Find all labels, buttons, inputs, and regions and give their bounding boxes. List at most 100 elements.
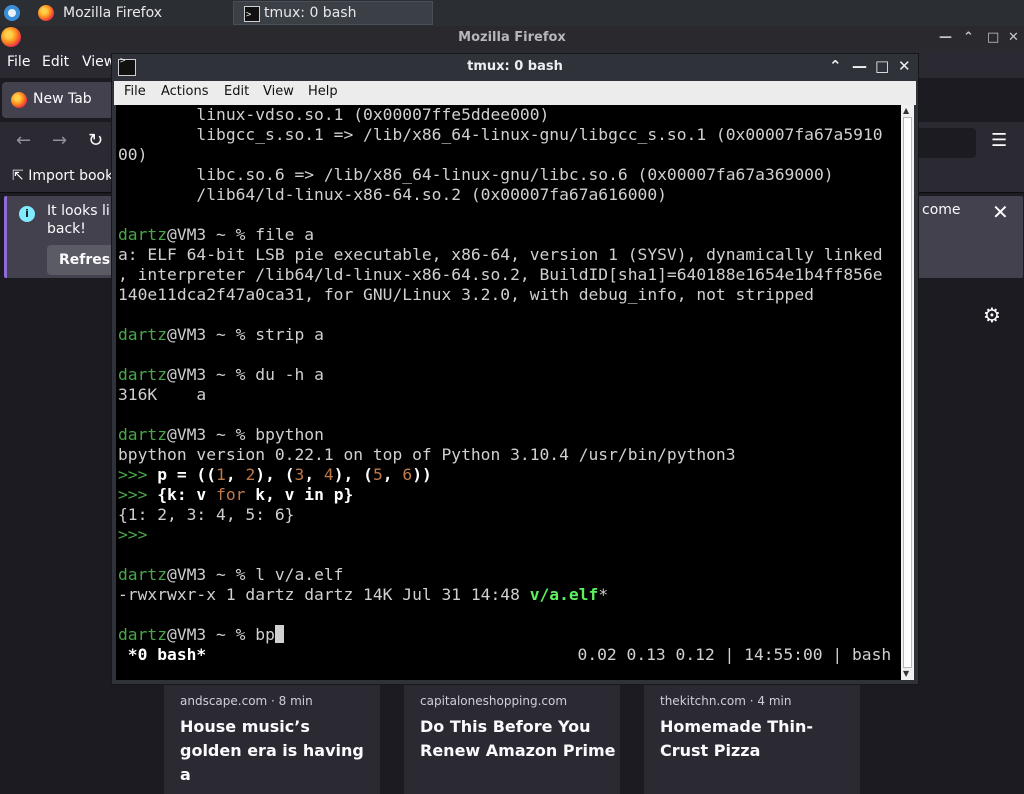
output-line: linux-vdso.so.1 (0x00007ffe5ddee000) [118, 105, 550, 124]
prompt-line: dartz@VM3 ~ % strip a [118, 325, 324, 344]
output-line: bpython version 0.22.1 on top of Python … [118, 445, 736, 464]
story-title: House music’s golden era is having a [180, 717, 364, 784]
prompt-user: dartz [118, 365, 168, 384]
firefox-icon [11, 92, 27, 108]
output-line: 00) [118, 145, 148, 164]
terminal-menubar: File Actions Edit View Help [114, 81, 916, 105]
python-input-line: >>> p = ((1, 2), (3, 4), (5, 6)) [118, 465, 432, 484]
prompt-host: VM3 [176, 365, 207, 384]
command-input[interactable]: bp [255, 625, 275, 644]
story-source: thekitchn.com · 4 min [660, 694, 792, 708]
executable-filename: v/a.elf [529, 585, 599, 604]
chevron-up-icon[interactable]: ⌃ [829, 57, 842, 75]
terminal-icon [244, 3, 260, 27]
story-card[interactable]: andscape.com · 8 min House music’s golde… [164, 683, 380, 794]
prompt-user: dartz [118, 425, 168, 444]
gear-icon[interactable]: ⚙ [983, 303, 1001, 327]
terminal-window: tmux: 0 bash ⌃ — □ ✕ File Actions Edit V… [111, 53, 919, 685]
python-input-line: >>> [118, 525, 157, 545]
prompt-line: dartz@VM3 ~ % l v/a.elf [118, 565, 344, 584]
close-icon[interactable]: ✕ [1008, 26, 1019, 50]
prompt-host: VM3 [176, 565, 207, 584]
prompt-line: dartz@VM3 ~ % bpython [118, 425, 324, 444]
terminal-titlebar[interactable]: tmux: 0 bash ⌃ — □ ✕ [112, 54, 918, 81]
scroll-up-icon[interactable]: ▲ [903, 106, 909, 115]
taskbar-item-terminal[interactable]: tmux: 0 bash [233, 1, 433, 27]
story-title: Homemade Thin-Crust Pizza [660, 717, 814, 760]
chevron-up-icon[interactable]: ⌃ [963, 26, 974, 50]
firefox-titlebar[interactable]: Mozilla Firefox — ⌃ □ ✕ [0, 26, 1024, 50]
menu-help[interactable]: Help [308, 84, 338, 99]
prompt-rest: ~ % [206, 365, 256, 384]
menu-file[interactable]: File [7, 54, 30, 70]
notification-tail-text: come [922, 202, 961, 218]
menu-view[interactable]: View [263, 84, 294, 99]
hamburger-menu-icon[interactable]: ☰ [991, 130, 1009, 151]
import-bookmarks-label: Import book [28, 168, 114, 184]
output-line: , interpreter /lib64/ld-linux-x86-64.so.… [118, 265, 883, 284]
tab-new-tab[interactable]: New Tab [2, 82, 118, 118]
minimize-icon[interactable]: — [939, 26, 952, 50]
maximize-icon[interactable]: □ [987, 26, 999, 50]
taskbar-item-firefox[interactable]: Mozilla Firefox [28, 1, 228, 25]
prompt-user: dartz [118, 325, 168, 344]
prompt-line: dartz@VM3 ~ % du -h a [118, 365, 324, 384]
prompt-rest: ~ % [206, 565, 256, 584]
output-line: 316K a [118, 385, 207, 404]
menu-edit[interactable]: Edit [42, 54, 69, 70]
info-icon: i [19, 206, 35, 222]
story-title: Do This Before You Renew Amazon Prime [420, 717, 616, 760]
story-card[interactable]: thekitchn.com · 4 min Homemade Thin-Crus… [644, 683, 860, 794]
prompt-host: VM3 [176, 325, 207, 344]
taskbar-item-label: tmux: 0 bash [264, 5, 357, 21]
forward-arrow-icon[interactable]: → [52, 130, 67, 151]
close-icon[interactable]: ✕ [992, 200, 1009, 224]
scrollbar-thumb[interactable] [903, 117, 912, 668]
tmux-status-right: 0.02 0.13 0.12 | 14:55:00 | bash [577, 645, 901, 664]
text-cursor [274, 625, 284, 643]
menu-edit[interactable]: Edit [224, 84, 249, 99]
python-input-line: >>> {k: v for k, v in p} [118, 485, 354, 504]
prompt-host: VM3 [176, 225, 207, 244]
menu-actions[interactable]: Actions [161, 84, 209, 99]
story-source: capitaloneshopping.com [420, 694, 568, 708]
ls-prefix: -rwxrwxr-x 1 dartz dartz 14K Jul 31 14:4… [118, 585, 530, 604]
command-text: du -h a [255, 365, 324, 384]
maximize-icon[interactable]: □ [875, 57, 889, 75]
python-prompt: >>> [118, 485, 158, 504]
prompt-rest: ~ % [206, 625, 256, 644]
terminal-screen[interactable]: linux-vdso.so.1 (0x00007ffe5ddee000) lib… [116, 105, 901, 680]
story-source: andscape.com · 8 min [180, 694, 313, 708]
back-arrow-icon[interactable]: ← [16, 130, 31, 151]
output-line: 140e11dca2f47a0ca31, for GNU/Linux 3.2.0… [118, 285, 814, 304]
taskbar: Mozilla Firefox tmux: 0 bash [0, 0, 1024, 27]
prompt-user: dartz [118, 565, 168, 584]
close-icon[interactable]: ✕ [898, 57, 911, 75]
output-line: /lib64/ld-linux-x86-64.so.2 (0x00007fa67… [118, 185, 667, 204]
output-line: a: ELF 64-bit LSB pie executable, x86-64… [118, 245, 883, 264]
window-title: tmux: 0 bash [467, 59, 563, 74]
firefox-icon [1, 27, 21, 47]
window-title: Mozilla Firefox [458, 30, 566, 45]
story-card[interactable]: capitaloneshopping.com Do This Before Yo… [404, 683, 620, 794]
reload-icon[interactable]: ↻ [88, 130, 103, 151]
ls-suffix: * [598, 585, 609, 604]
prompt-host: VM3 [176, 625, 207, 644]
prompt-host: VM3 [176, 425, 207, 444]
firefox-icon [38, 5, 54, 21]
tab-label: New Tab [33, 91, 92, 107]
output-line: libc.so.6 => /lib/x86_64-linux-gnu/libc.… [118, 165, 834, 184]
prompt-rest: ~ % [206, 425, 256, 444]
terminal-scrollbar[interactable]: ▲ ▼ [901, 105, 914, 680]
python-prompt: >>> [118, 465, 158, 484]
command-text: strip a [255, 325, 324, 344]
output-line: -rwxrwxr-x 1 dartz dartz 14K Jul 31 14:4… [118, 585, 608, 605]
menu-file[interactable]: File [124, 84, 146, 99]
import-bookmarks-button[interactable]: ⇱ Import book [12, 168, 113, 184]
start-menu-icon[interactable] [4, 5, 20, 21]
scroll-down-icon[interactable]: ▼ [903, 669, 909, 678]
output-line: libgcc_s.so.1 => /lib/x86_64-linux-gnu/l… [118, 125, 883, 144]
prompt-line: dartz@VM3 ~ % file a [118, 225, 315, 244]
minimize-icon[interactable]: — [852, 57, 867, 75]
tmux-window-list[interactable]: *0 bash* [118, 645, 206, 665]
